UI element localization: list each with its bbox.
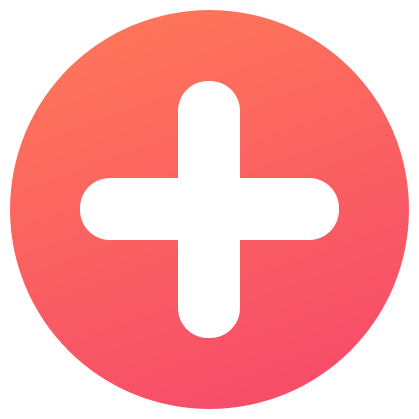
plus-icon-horizontal-bar — [80, 178, 339, 240]
add-button[interactable] — [10, 10, 409, 409]
app-icon-canvas — [0, 0, 419, 419]
plus-icon — [10, 10, 409, 409]
